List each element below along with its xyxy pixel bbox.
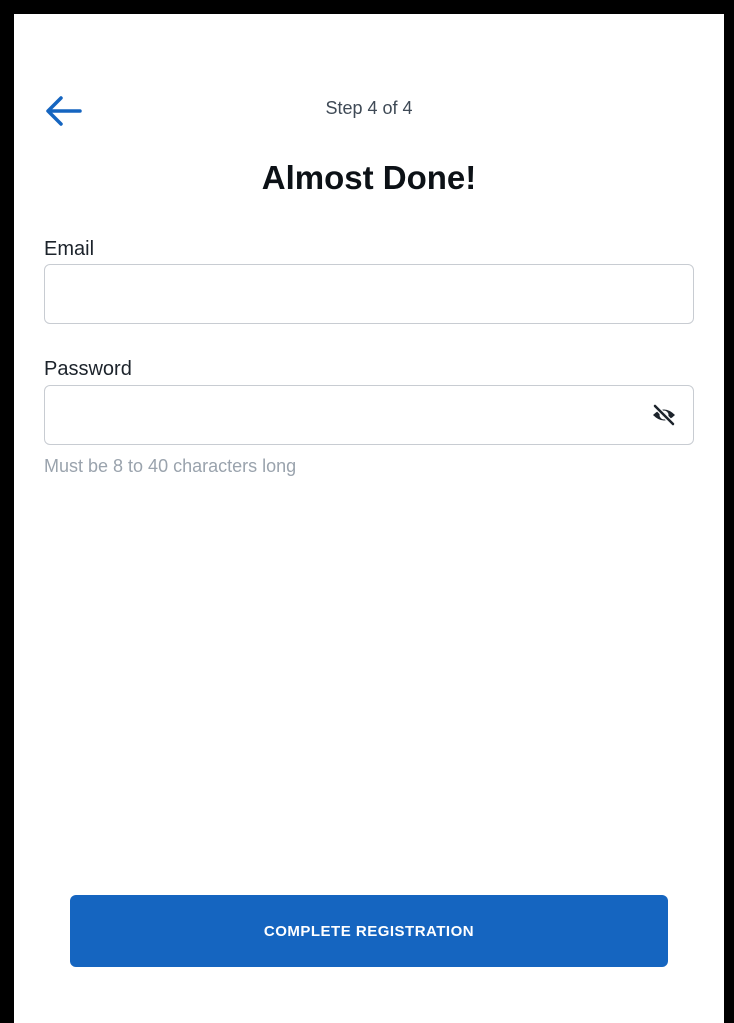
email-field[interactable] — [44, 264, 694, 325]
email-input[interactable] — [57, 265, 621, 325]
header: Step 4 of 4 — [14, 86, 724, 136]
password-label: Password — [44, 358, 132, 380]
step-indicator: Step 4 of 4 — [325, 98, 413, 118]
show-password-toggle[interactable] — [651, 403, 677, 427]
password-input[interactable] — [57, 386, 621, 446]
complete-registration-button[interactable]: COMPLETE REGISTRATION — [70, 895, 668, 967]
eye-slash-icon — [653, 404, 675, 426]
registration-screen: Step 4 of 4 Almost Done! Email Password … — [14, 14, 724, 1023]
password-field[interactable] — [44, 385, 694, 446]
email-label: Email — [44, 238, 95, 260]
page-title: Almost Done! — [261, 159, 477, 196]
password-helper-text: Must be 8 to 40 characters long — [44, 456, 297, 476]
